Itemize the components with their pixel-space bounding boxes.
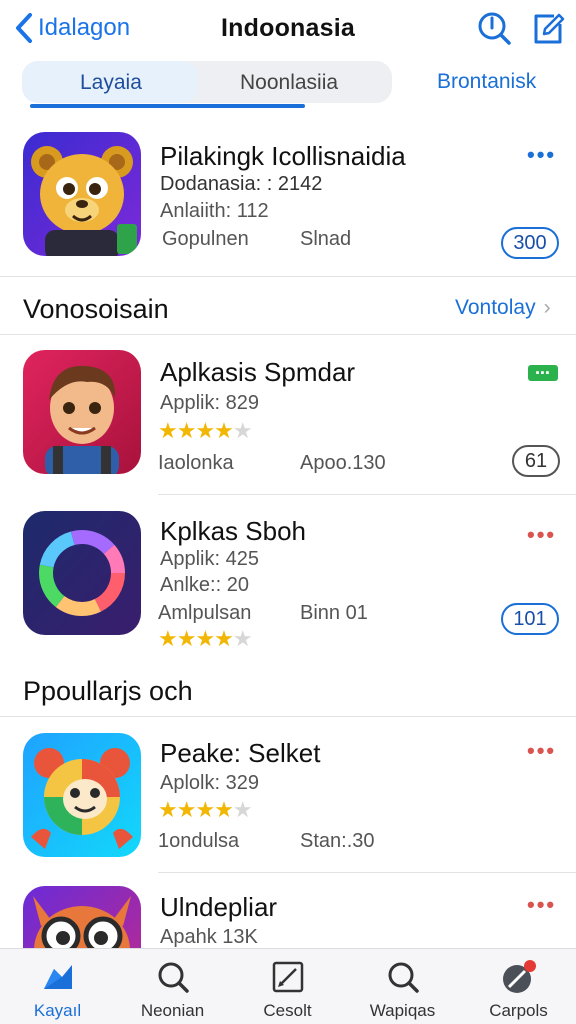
chevron-right-icon: › (543, 296, 551, 319)
tab-neonian[interactable]: Neonian (115, 949, 230, 1024)
featured-app-row[interactable]: Pilakingk Icollisnaidia Dodanasia: : 214… (0, 128, 576, 268)
owl-mascot-icon (23, 886, 141, 948)
profile-icon (503, 960, 536, 993)
monkey-mascot-icon (23, 733, 141, 857)
app-category: Gopulnen (162, 228, 249, 250)
divider (158, 494, 576, 495)
app-name: Ulndepliar (160, 892, 278, 922)
app-detail: Anlke:: 20 (160, 574, 249, 596)
app-row[interactable]: Aplkasis Spmdar Applik: 829 ★★★★★ Iaolon… (0, 348, 576, 483)
tab-label: Carpols (489, 1001, 548, 1020)
tab-label: Neonian (140, 1001, 205, 1020)
tab-label: Kayaıl (33, 1001, 82, 1020)
app-category: Amlpulsan (158, 602, 252, 624)
see-all-label: Vontolay (455, 296, 536, 319)
star-rating: ★★★★★ (158, 626, 253, 651)
search-icon[interactable] (476, 10, 512, 46)
divider (0, 276, 576, 277)
get-button[interactable]: 61 (512, 445, 560, 477)
app-row[interactable]: Ulndepliar Apahk 13K ••• (0, 884, 576, 948)
tab-cesolt[interactable]: Cesolt (230, 949, 345, 1024)
tab-label: Wapiqas (369, 1001, 436, 1020)
app-icon-bear (23, 132, 141, 256)
get-button[interactable]: 300 (501, 227, 559, 259)
app-size: Slnad (300, 228, 352, 250)
app-name: Pilakingk Icollisnaidia (160, 141, 406, 171)
tab-layaia[interactable]: Layaia (80, 71, 142, 95)
navigation-bar: Idalagon Indoonasia (0, 0, 576, 58)
get-button[interactable]: 101 (501, 603, 559, 635)
compose-icon[interactable] (530, 10, 566, 46)
app-size: Binn 01 (300, 602, 368, 624)
app-detail: Anlaiith: 112 (160, 200, 269, 222)
bear-mascot-icon (23, 132, 141, 256)
ring-logo-icon (23, 511, 141, 635)
tab-indicator (30, 104, 305, 108)
status-badge: ▪▪▪ (528, 365, 558, 381)
edit-icon (272, 961, 304, 993)
tab-carpols[interactable]: Carpols (461, 949, 576, 1024)
app-name: Aplkasis Spmdar (160, 357, 356, 387)
more-icon[interactable]: ••• (527, 144, 556, 166)
app-icon-owl (23, 886, 141, 948)
divider (158, 872, 576, 873)
boy-avatar-icon (23, 350, 141, 474)
app-category: Iaolonka (158, 452, 234, 474)
app-subtitle: Apahk 13K (160, 926, 258, 948)
app-name: Kplkas Sboh (160, 516, 306, 546)
app-size: Apoo.130 (300, 452, 386, 474)
app-subtitle: Aplolk: 329 (160, 772, 259, 794)
app-icon-boy (23, 350, 141, 474)
star-rating: ★★★★★ (158, 418, 253, 443)
app-subtitle: Dodanasia: : 2142 (160, 173, 323, 195)
app-row[interactable]: Peake: Selket Aplolk: 329 ★★★★★ 1ondulsa… (0, 730, 576, 870)
search-icon (388, 962, 419, 993)
divider (0, 716, 576, 717)
divider (0, 334, 576, 335)
app-row[interactable]: Kplkas Sboh Applik: 425 Anlke:: 20 Amlpu… (0, 508, 576, 658)
section-title: Vonosoisain (23, 294, 169, 324)
more-icon[interactable]: ••• (527, 524, 556, 546)
tab-brontanisk[interactable]: Brontanisk (437, 70, 536, 94)
app-size: Stan:.30 (300, 830, 375, 852)
see-all-link[interactable]: Vontolay › (455, 296, 551, 320)
star-rating: ★★★★★ (158, 797, 253, 822)
app-subtitle: Applik: 425 (160, 548, 259, 570)
apps-icon (44, 965, 72, 989)
app-subtitle: Applik: 829 (160, 392, 259, 414)
app-category: 1ondulsa (158, 830, 240, 852)
section-title: Ppoullarjs och (23, 676, 193, 706)
app-name: Peake: Selket (160, 738, 321, 768)
app-icon-monkey (23, 733, 141, 857)
tab-wapiqas[interactable]: Wapiqas (345, 949, 460, 1024)
more-icon[interactable]: ••• (527, 894, 556, 916)
more-icon[interactable]: ••• (527, 740, 556, 762)
tab-noonlasiia[interactable]: Noonlasiia (240, 71, 338, 95)
tab-label: Cesolt (263, 1001, 312, 1020)
app-icon-ring (23, 511, 141, 635)
tab-bar: Kayaıl Neonian Cesolt Wapiqas Carpols (0, 948, 576, 1024)
search-icon (158, 962, 189, 993)
tab-kayail[interactable]: Kayaıl (0, 949, 115, 1024)
segmented-control: Layaia Noonlasiia (22, 61, 392, 103)
